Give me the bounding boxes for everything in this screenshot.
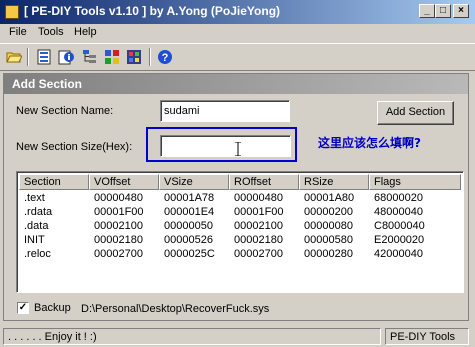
import-icon[interactable]: [126, 49, 142, 65]
cell-section: .data: [24, 220, 49, 232]
table-row[interactable]: .rdata 00001F00 000001E4 00001F00 000002…: [19, 206, 461, 219]
cell-flags: 68000020: [374, 192, 423, 204]
sections-icon[interactable]: [36, 49, 52, 65]
window-title: [ PE-DIY Tools v1.10 ] by A.Yong (PoJieY…: [24, 4, 281, 18]
cell-flags: 42000040: [374, 248, 423, 260]
text-cursor-icon: [235, 142, 241, 156]
cell-vsize: 0000025C: [164, 248, 215, 260]
cell-vsize: 000001E4: [164, 206, 215, 218]
help-icon[interactable]: ?: [157, 49, 173, 65]
cell-flags: 48000040: [374, 206, 423, 218]
panel-header: Add Section: [4, 74, 468, 94]
open-folder-icon[interactable]: [6, 49, 22, 65]
add-section-button[interactable]: Add Section: [377, 101, 454, 125]
cell-rsize: 00000580: [304, 234, 353, 246]
cell-rsize: 00001A80: [304, 192, 355, 204]
cell-section: .rdata: [24, 206, 53, 218]
section-size-label: New Section Size(Hex):: [16, 141, 133, 153]
cell-voffset: 00001F00: [94, 206, 144, 218]
table-row[interactable]: .text 00000480 00001A78 00000480 00001A8…: [19, 192, 461, 205]
column-header-rsize[interactable]: RSize: [299, 174, 369, 190]
cell-rsize: 00000200: [304, 206, 353, 218]
menu-file[interactable]: File: [9, 26, 27, 38]
cell-voffset: 00002180: [94, 234, 143, 246]
cell-roffset: 00000480: [234, 192, 283, 204]
cell-roffset: 00002100: [234, 220, 283, 232]
column-header-section[interactable]: Section: [19, 174, 89, 190]
column-header-roffset[interactable]: ROffset: [229, 174, 299, 190]
column-header-voffset[interactable]: VOffset: [89, 174, 159, 190]
menu-tools[interactable]: Tools: [38, 26, 64, 38]
cell-vsize: 00001A78: [164, 192, 215, 204]
minimize-button[interactable]: _: [419, 4, 435, 18]
section-name-input[interactable]: [160, 100, 290, 122]
column-header-flags[interactable]: Flags: [369, 174, 461, 190]
panel-title: Add Section: [12, 77, 83, 91]
annotation-text: 这里应该怎么填啊?: [318, 136, 421, 150]
cell-section: INIT: [24, 234, 45, 246]
list-header: Section VOffset VSize ROffset RSize Flag…: [19, 174, 461, 190]
cell-voffset: 00002100: [94, 220, 143, 232]
cell-section: .text: [24, 192, 45, 204]
sections-list[interactable]: Section VOffset VSize ROffset RSize Flag…: [16, 171, 464, 293]
cell-flags: C8000040: [374, 220, 425, 232]
menu-bar: File Tools Help: [0, 24, 475, 42]
status-bar: . . . . . . Enjoy it ! :) PE-DIY Tools: [0, 326, 475, 347]
cell-rsize: 00000280: [304, 248, 353, 260]
backup-label: Backup: [34, 302, 71, 314]
cell-vsize: 00000050: [164, 220, 213, 232]
cell-roffset: 00001F00: [234, 206, 284, 218]
cell-roffset: 00002180: [234, 234, 283, 246]
table-row[interactable]: INIT 00002180 00000526 00002180 00000580…: [19, 234, 461, 247]
tree-icon[interactable]: [82, 49, 98, 65]
toolbar-separator: [27, 48, 29, 66]
app-icon: [5, 5, 19, 19]
svg-text:?: ?: [162, 52, 169, 64]
toolbar-separator: [149, 48, 151, 66]
backup-checkbox[interactable]: ✓: [17, 302, 29, 314]
backup-path: D:\Personal\Desktop\RecoverFuck.sys: [81, 303, 270, 315]
toolbar: ?: [0, 43, 475, 71]
cell-voffset: 00000480: [94, 192, 143, 204]
info-icon[interactable]: [58, 49, 74, 65]
close-button[interactable]: ×: [453, 4, 469, 18]
column-header-vsize[interactable]: VSize: [159, 174, 229, 190]
app-window: [ PE-DIY Tools v1.10 ] by A.Yong (PoJieY…: [0, 0, 475, 347]
cell-section: .reloc: [24, 248, 51, 260]
status-message: . . . . . . Enjoy it ! :): [3, 328, 381, 345]
cell-vsize: 00000526: [164, 234, 213, 246]
table-row[interactable]: .data 00002100 00000050 00002100 0000008…: [19, 220, 461, 233]
maximize-button[interactable]: □: [435, 4, 451, 18]
cell-flags: E2000020: [374, 234, 425, 246]
section-size-input[interactable]: [160, 135, 291, 157]
section-name-label: New Section Name:: [16, 105, 114, 117]
properties-icon[interactable]: [104, 49, 120, 65]
cell-rsize: 00000080: [304, 220, 353, 232]
title-bar[interactable]: [ PE-DIY Tools v1.10 ] by A.Yong (PoJieY…: [0, 0, 475, 24]
menu-help[interactable]: Help: [74, 26, 97, 38]
status-app-name: PE-DIY Tools: [385, 328, 469, 345]
cell-voffset: 00002700: [94, 248, 143, 260]
cell-roffset: 00002700: [234, 248, 283, 260]
table-row[interactable]: .reloc 00002700 0000025C 00002700 000002…: [19, 248, 461, 261]
